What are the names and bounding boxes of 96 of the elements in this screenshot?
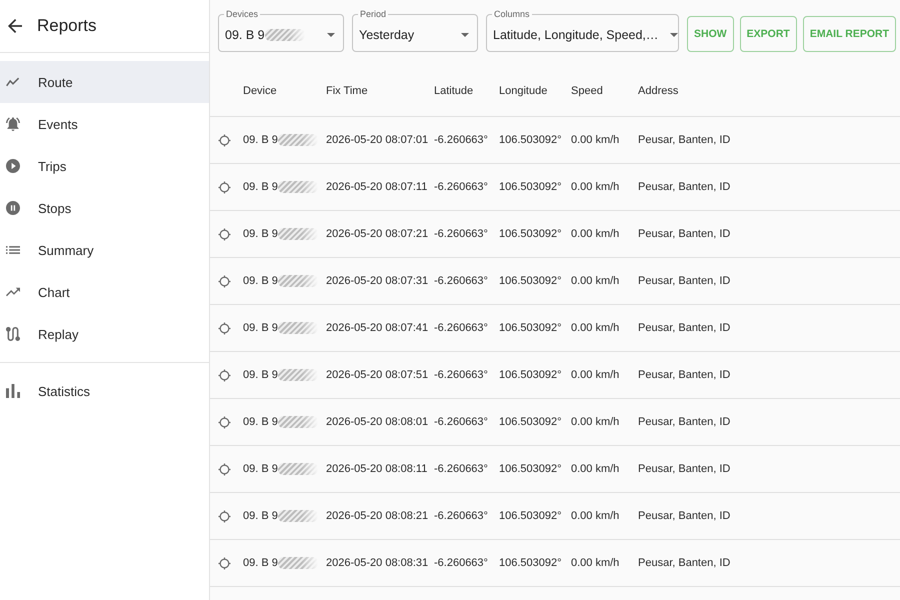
caret-icon [327,32,335,36]
table-cell-text: 2026-05-20 08:08:01 [326,416,430,428]
table-cell: 09. B 9 [243,181,278,193]
sidebar-item[interactable]: Trips [0,145,209,187]
table-cell-text: 106.503092° [499,369,563,381]
table-cell: 09. B 9 [243,557,278,569]
crosshair-icon[interactable] [218,228,231,240]
column-header: Fix Time [326,84,369,96]
sidebar-item[interactable]: Route [0,61,209,103]
table-cell-text: -6.260663° [434,228,489,240]
table-cell-text: 106.503092° [499,228,563,240]
table-cell-text: 106.503092° [499,510,563,522]
table-cell: 09. B 9 [243,416,278,428]
crosshair-icon[interactable] [218,462,231,476]
table-cell-text: -6.260663° [434,181,489,193]
table-cell-text: -6.260663° [434,369,489,381]
caret-icon [461,32,469,36]
table-cell-text: Peusar, Banten, ID [638,369,732,381]
table-cell-text: Peusar, Banten, ID [638,416,732,428]
table-cell-text: 106.503092° [499,275,563,287]
back-arrow-icon [8,19,22,33]
table-cell-text: Peusar, Banten, ID [638,510,732,522]
table-cell: 09. B 9 [243,134,278,146]
table-cell-text: 0.00 km/h [571,322,620,334]
table-cell: 09. B 9 [243,275,278,287]
table-cell-text: 2026-05-20 08:07:51 [326,369,430,381]
table-cell-text: Peusar, Banten, ID [638,275,732,287]
crosshair-icon[interactable] [218,510,231,522]
table-cell-text: 2026-05-20 08:07:01 [326,134,430,146]
table-cell-text: 2026-05-20 08:08:11 [326,463,428,475]
column-header: Longitude [499,84,548,96]
route-icon [6,327,20,341]
sidebar-item[interactable]: Statistics [0,370,209,412]
table-cell: 09. B 9 [243,228,278,240]
table-cell-text: Peusar, Banten, ID [638,557,732,569]
table-cell-text: 0.00 km/h [571,181,620,193]
sidebar-item[interactable]: Summary [0,229,209,271]
table-cell-text: 0.00 km/h [571,275,620,287]
column-header: Latitude [434,84,474,96]
crosshair-icon[interactable] [218,274,231,288]
crosshair-icon[interactable] [218,556,231,570]
sidebar-item[interactable]: Stops [0,187,209,229]
table-cell: 09. B 9 [243,510,278,522]
caret-icon [670,32,678,36]
table-cell-text: 106.503092° [499,181,563,193]
table-cell-text: 0.00 km/h [571,557,620,569]
table-cell-text: 0.00 km/h [571,510,620,522]
table-cell-text: Peusar, Banten, ID [638,322,732,334]
table-cell-text: 106.503092° [499,463,563,475]
table-cell-text: 0.00 km/h [571,416,620,428]
table-cell-text: Peusar, Banten, ID [638,463,732,475]
table-cell-text: 0.00 km/h [571,228,620,240]
column-header: Address [638,84,680,96]
crosshair-icon[interactable] [218,416,231,428]
crosshair-icon[interactable] [218,134,231,146]
table-cell-text: Peusar, Banten, ID [638,134,732,146]
column-header: Device [243,84,278,96]
trending-up-icon [6,285,20,299]
bar-chart-icon [6,384,20,398]
table-cell-text: -6.260663° [434,322,489,334]
table-cell-text: 0.00 km/h [571,369,620,381]
table-cell: 09. B 9 [243,463,278,475]
table-cell-text: -6.260663° [434,416,489,428]
crosshair-icon[interactable] [218,180,231,194]
table-cell-text: -6.260663° [434,134,489,146]
table-cell: 09. B 9 [243,322,278,334]
table-cell-text: 106.503092° [499,416,563,428]
crosshair-icon[interactable] [218,322,231,334]
table-cell-text: -6.260663° [434,557,489,569]
column-header: Speed [571,84,604,96]
table-cell-text: 2026-05-20 08:07:31 [326,275,430,287]
sidebar-item[interactable]: Chart [0,271,209,313]
table-cell-text: Peusar, Banten, ID [638,228,732,240]
table-cell-text: 106.503092° [499,557,563,569]
crosshair-icon[interactable] [218,368,231,382]
zigzag-line-icon [6,75,20,89]
table-cell-text: 2026-05-20 08:07:11 [326,181,428,193]
table-cell-text: 2026-05-20 08:07:21 [326,228,430,240]
sidebar-item[interactable]: Events [0,103,209,145]
list-icon [6,243,20,257]
table-cell-text: 2026-05-20 08:08:21 [326,510,430,522]
table-cell-text: -6.260663° [434,510,489,522]
table-cell-text: 2026-05-20 08:08:31 [326,557,430,569]
table-cell-text: 0.00 km/h [571,463,620,475]
sidebar-item[interactable]: Replay [0,313,209,355]
table-cell-text: -6.260663° [434,463,489,475]
table-cell-text: Peusar, Banten, ID [638,181,732,193]
back-button[interactable] [8,19,22,33]
table-cell-text: 106.503092° [499,134,563,146]
table-cell: 09. B 9 [243,369,278,381]
page-title: Reports [37,16,97,36]
table-cell-text: 0.00 km/h [571,134,620,146]
table-cell-text: 106.503092° [499,322,563,334]
bell-icon [6,117,20,131]
table-cell-text: 2026-05-20 08:07:41 [326,322,430,334]
table-cell-text: -6.260663° [434,275,489,287]
